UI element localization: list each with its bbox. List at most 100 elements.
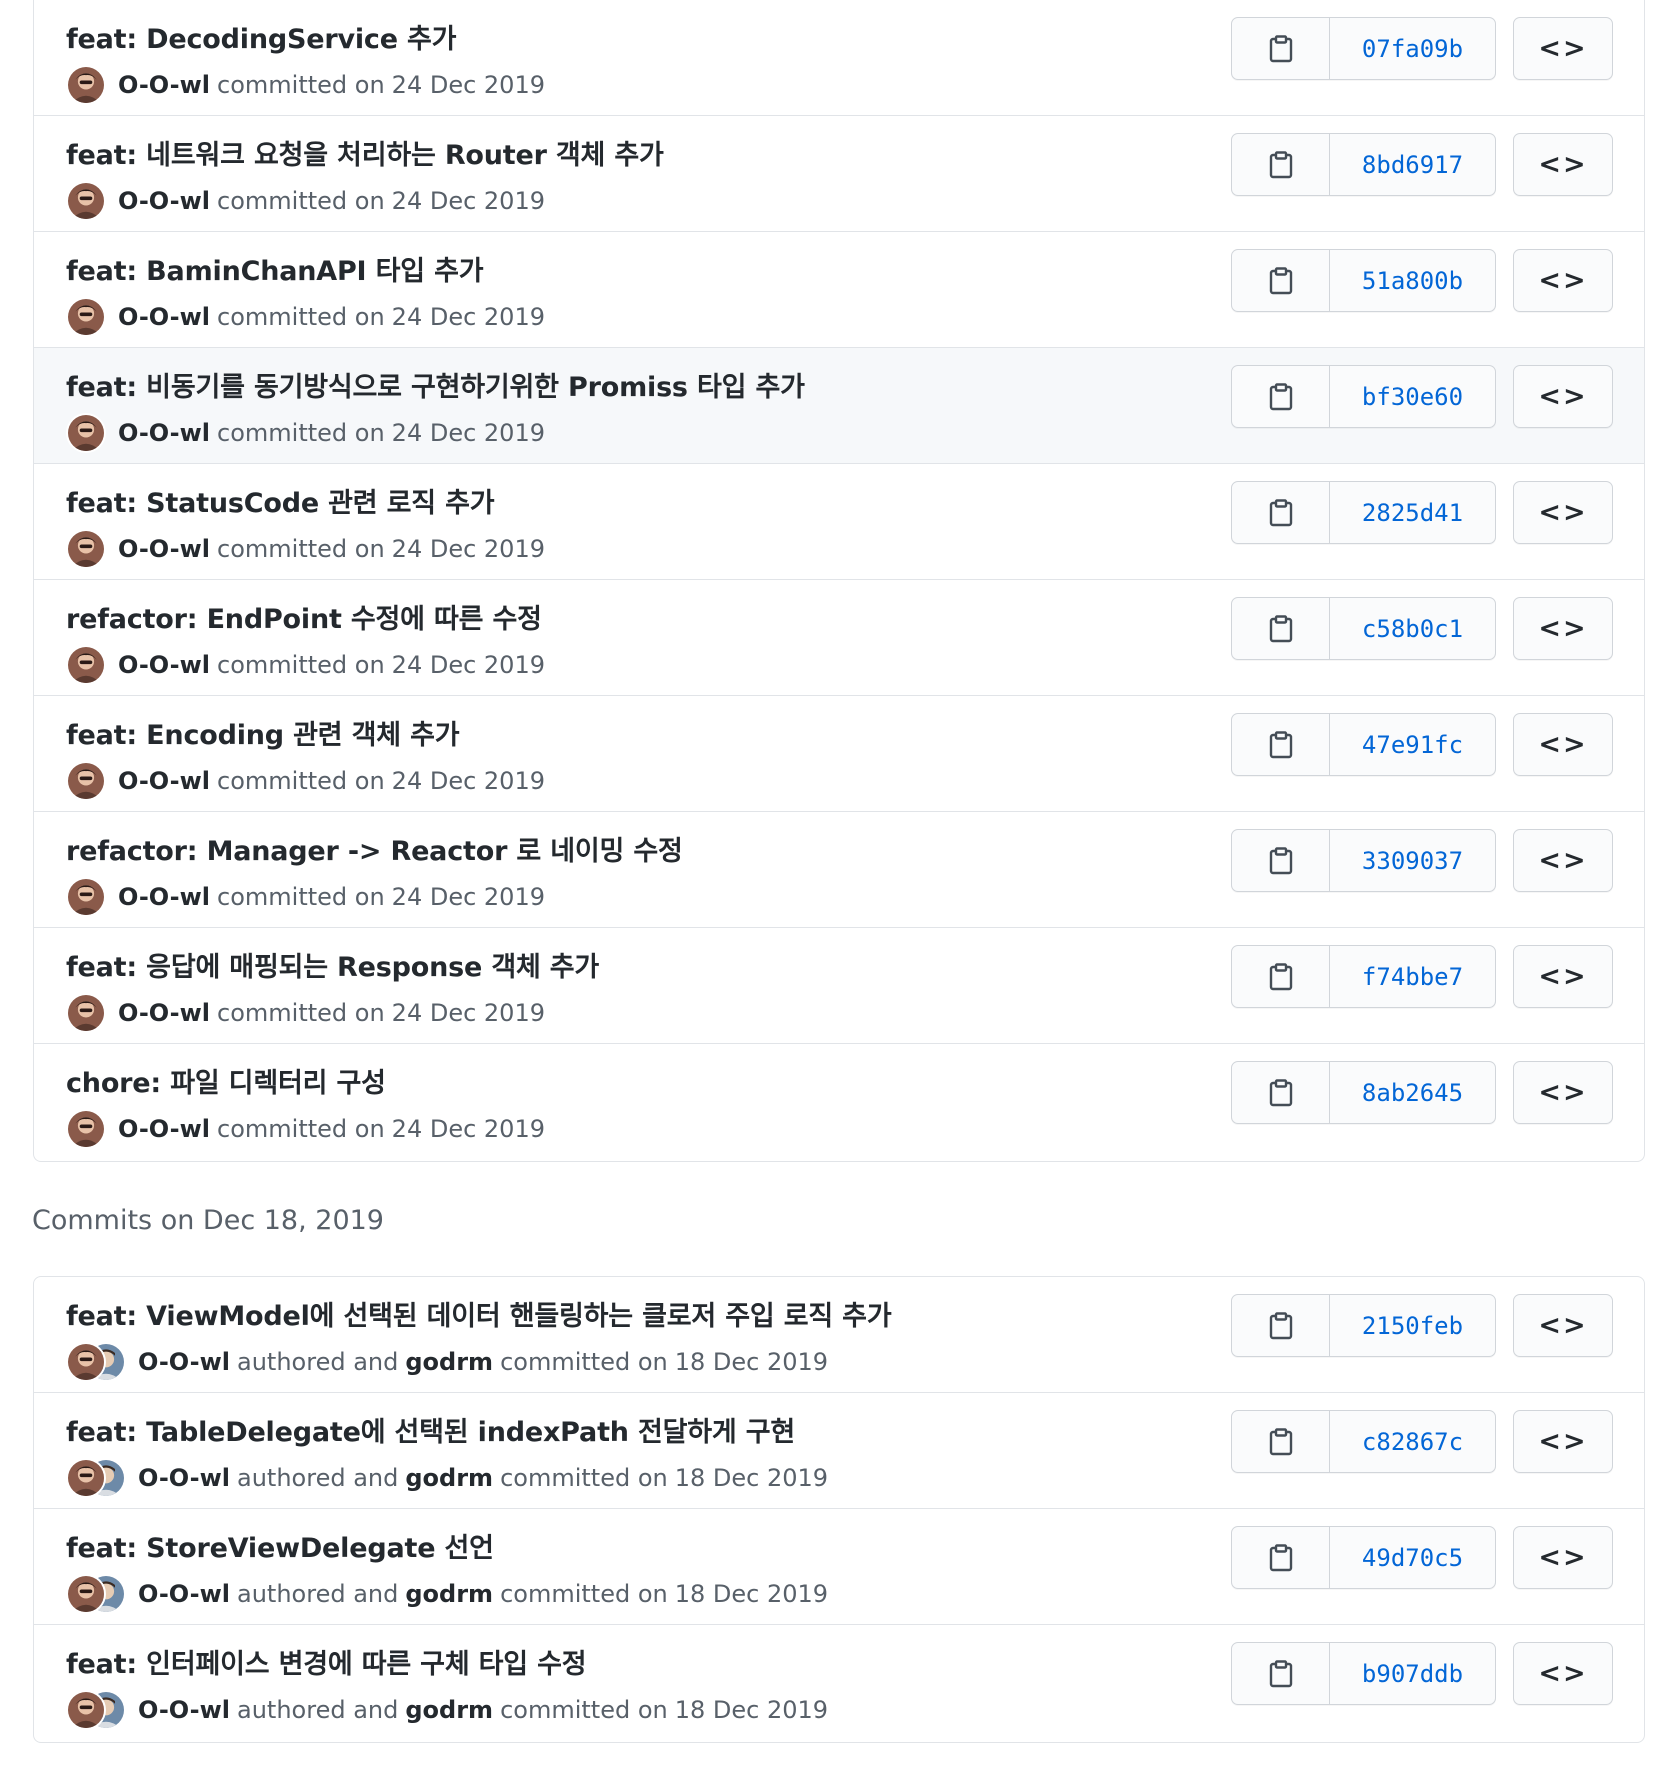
commit-row: feat: Encoding 관련 객체 추가 O-O-wl committed … bbox=[34, 696, 1644, 812]
author-avatar[interactable] bbox=[66, 645, 106, 685]
commit-message-link[interactable]: feat: TableDelegate에 선택된 indexPath 전달하게 … bbox=[66, 1410, 795, 1449]
author-avatar[interactable] bbox=[66, 1574, 106, 1614]
clipboard-icon bbox=[1269, 1078, 1292, 1106]
copy-sha-button[interactable] bbox=[1232, 482, 1330, 543]
author-link[interactable]: O-O-wl bbox=[118, 303, 210, 331]
commit-meta: O-O-wl authored and godrm committed on 18 De… bbox=[66, 1689, 828, 1731]
author-link[interactable]: O-O-wl bbox=[118, 651, 210, 679]
commit-sha-link[interactable]: 2150feb bbox=[1330, 1295, 1495, 1356]
copy-sha-button[interactable] bbox=[1232, 830, 1330, 891]
commit-message-link[interactable]: feat: 인터페이스 변경에 따른 구체 타입 수정 bbox=[66, 1642, 587, 1681]
browse-repo-button[interactable]: <> bbox=[1513, 133, 1613, 196]
commit-verb: committed on bbox=[500, 1348, 668, 1376]
author-link[interactable]: O-O-wl bbox=[118, 419, 210, 447]
browse-repo-button[interactable]: <> bbox=[1513, 713, 1613, 776]
browse-repo-button[interactable]: <> bbox=[1513, 249, 1613, 312]
browse-repo-button[interactable]: <> bbox=[1513, 1526, 1613, 1589]
author-link[interactable]: O-O-wl bbox=[118, 187, 210, 215]
committer-link[interactable]: godrm bbox=[405, 1696, 493, 1724]
commit-message-link[interactable]: feat: 응답에 매핑되는 Response 객체 추가 bbox=[66, 945, 599, 984]
copy-sha-button[interactable] bbox=[1232, 366, 1330, 427]
commit-message-link[interactable]: feat: BaminChanAPI 타입 추가 bbox=[66, 249, 484, 288]
commit-meta: O-O-wl authored and godrm committed on 18 De… bbox=[66, 1457, 828, 1499]
commit-sha-link[interactable]: 8bd6917 bbox=[1330, 134, 1495, 195]
copy-sha-button[interactable] bbox=[1232, 714, 1330, 775]
author-avatar[interactable] bbox=[66, 1109, 106, 1149]
committer-link[interactable]: godrm bbox=[405, 1348, 493, 1376]
author-link[interactable]: O-O-wl bbox=[118, 71, 210, 99]
commit-sha-link[interactable]: 47e91fc bbox=[1330, 714, 1495, 775]
author-avatar[interactable] bbox=[66, 413, 106, 453]
commit-message-link[interactable]: feat: StoreViewDelegate 선언 bbox=[66, 1526, 494, 1565]
author-avatar[interactable] bbox=[66, 1690, 106, 1730]
author-link[interactable]: O-O-wl bbox=[118, 535, 210, 563]
sha-button-group: 51a800b bbox=[1231, 249, 1496, 312]
copy-sha-button[interactable] bbox=[1232, 598, 1330, 659]
browse-repo-button[interactable]: <> bbox=[1513, 829, 1613, 892]
commit-sha-link[interactable]: b907ddb bbox=[1330, 1643, 1495, 1704]
copy-sha-button[interactable] bbox=[1232, 1643, 1330, 1704]
clipboard-icon bbox=[1269, 730, 1292, 758]
browse-repo-button[interactable]: <> bbox=[1513, 1642, 1613, 1705]
author-avatar[interactable] bbox=[66, 1458, 106, 1498]
author-link[interactable]: O-O-wl bbox=[138, 1696, 230, 1724]
author-avatar[interactable] bbox=[66, 529, 106, 569]
copy-sha-button[interactable] bbox=[1232, 1527, 1330, 1588]
commit-sha-link[interactable]: 3309037 bbox=[1330, 830, 1495, 891]
author-avatar[interactable] bbox=[66, 1342, 106, 1382]
commit-message-link[interactable]: feat: ViewModel에 선택된 데이터 핸들링하는 클로저 주입 로직… bbox=[66, 1294, 892, 1333]
commit-message-link[interactable]: feat: StatusCode 관련 로직 추가 bbox=[66, 481, 495, 520]
author-avatar[interactable] bbox=[66, 877, 106, 917]
commit-sha-link[interactable]: 2825d41 bbox=[1330, 482, 1495, 543]
author-avatar[interactable] bbox=[66, 181, 106, 221]
commit-message-link[interactable]: feat: Encoding 관련 객체 추가 bbox=[66, 713, 460, 752]
commit-message-link[interactable]: chore: 파일 디렉터리 구성 bbox=[66, 1061, 386, 1100]
commit-sha-link[interactable]: f74bbe7 bbox=[1330, 946, 1495, 1007]
commit-sha-link[interactable]: 07fa09b bbox=[1330, 18, 1495, 79]
copy-sha-button[interactable] bbox=[1232, 134, 1330, 195]
avatar-stack bbox=[66, 993, 106, 1033]
commit-message-link[interactable]: feat: DecodingService 추가 bbox=[66, 17, 457, 56]
commit-row: feat: 네트워크 요청을 처리하는 Router 객체 추가 O-O-wl c… bbox=[34, 116, 1644, 232]
author-avatar[interactable] bbox=[66, 297, 106, 337]
commit-row: feat: TableDelegate에 선택된 indexPath 전달하게 … bbox=[34, 1393, 1644, 1509]
author-link[interactable]: O-O-wl bbox=[138, 1464, 230, 1492]
author-link[interactable]: O-O-wl bbox=[118, 999, 210, 1027]
commit-sha-link[interactable]: 8ab2645 bbox=[1330, 1062, 1495, 1123]
browse-repo-button[interactable]: <> bbox=[1513, 1294, 1613, 1357]
copy-sha-button[interactable] bbox=[1232, 250, 1330, 311]
author-link[interactable]: O-O-wl bbox=[118, 1115, 210, 1143]
author-avatar[interactable] bbox=[66, 761, 106, 801]
commit-sha-link[interactable]: c58b0c1 bbox=[1330, 598, 1495, 659]
commit-sha-link[interactable]: c82867c bbox=[1330, 1411, 1495, 1472]
commit-sha-link[interactable]: bf30e60 bbox=[1330, 366, 1495, 427]
copy-sha-button[interactable] bbox=[1232, 18, 1330, 79]
author-avatar[interactable] bbox=[66, 65, 106, 105]
author-link[interactable]: O-O-wl bbox=[138, 1580, 230, 1608]
commit-message-link[interactable]: refactor: Manager -> Reactor 로 네이밍 수정 bbox=[66, 829, 683, 868]
browse-repo-button[interactable]: <> bbox=[1513, 17, 1613, 80]
browse-repo-button[interactable]: <> bbox=[1513, 597, 1613, 660]
browse-repo-button[interactable]: <> bbox=[1513, 1061, 1613, 1124]
commit-sha-link[interactable]: 51a800b bbox=[1330, 250, 1495, 311]
commit-message-link[interactable]: feat: 네트워크 요청을 처리하는 Router 객체 추가 bbox=[66, 133, 664, 172]
browse-repo-button[interactable]: <> bbox=[1513, 481, 1613, 544]
author-link[interactable]: O-O-wl bbox=[138, 1348, 230, 1376]
copy-sha-button[interactable] bbox=[1232, 946, 1330, 1007]
browse-repo-button[interactable]: <> bbox=[1513, 945, 1613, 1008]
copy-sha-button[interactable] bbox=[1232, 1062, 1330, 1123]
author-avatar[interactable] bbox=[66, 993, 106, 1033]
copy-sha-button[interactable] bbox=[1232, 1411, 1330, 1472]
committer-link[interactable]: godrm bbox=[405, 1464, 493, 1492]
commit-message-link[interactable]: refactor: EndPoint 수정에 따른 수정 bbox=[66, 597, 542, 636]
browse-repo-button[interactable]: <> bbox=[1513, 365, 1613, 428]
commit-meta: O-O-wl committed on 24 Dec 2019 bbox=[66, 992, 545, 1034]
commit-sha-link[interactable]: 49d70c5 bbox=[1330, 1527, 1495, 1588]
copy-sha-button[interactable] bbox=[1232, 1295, 1330, 1356]
author-link[interactable]: O-O-wl bbox=[118, 767, 210, 795]
commit-meta: O-O-wl committed on 24 Dec 2019 bbox=[66, 1108, 545, 1150]
author-link[interactable]: O-O-wl bbox=[118, 883, 210, 911]
browse-repo-button[interactable]: <> bbox=[1513, 1410, 1613, 1473]
committer-link[interactable]: godrm bbox=[405, 1580, 493, 1608]
commit-message-link[interactable]: feat: 비동기를 동기방식으로 구현하기위한 Promiss 타입 추가 bbox=[66, 365, 805, 404]
